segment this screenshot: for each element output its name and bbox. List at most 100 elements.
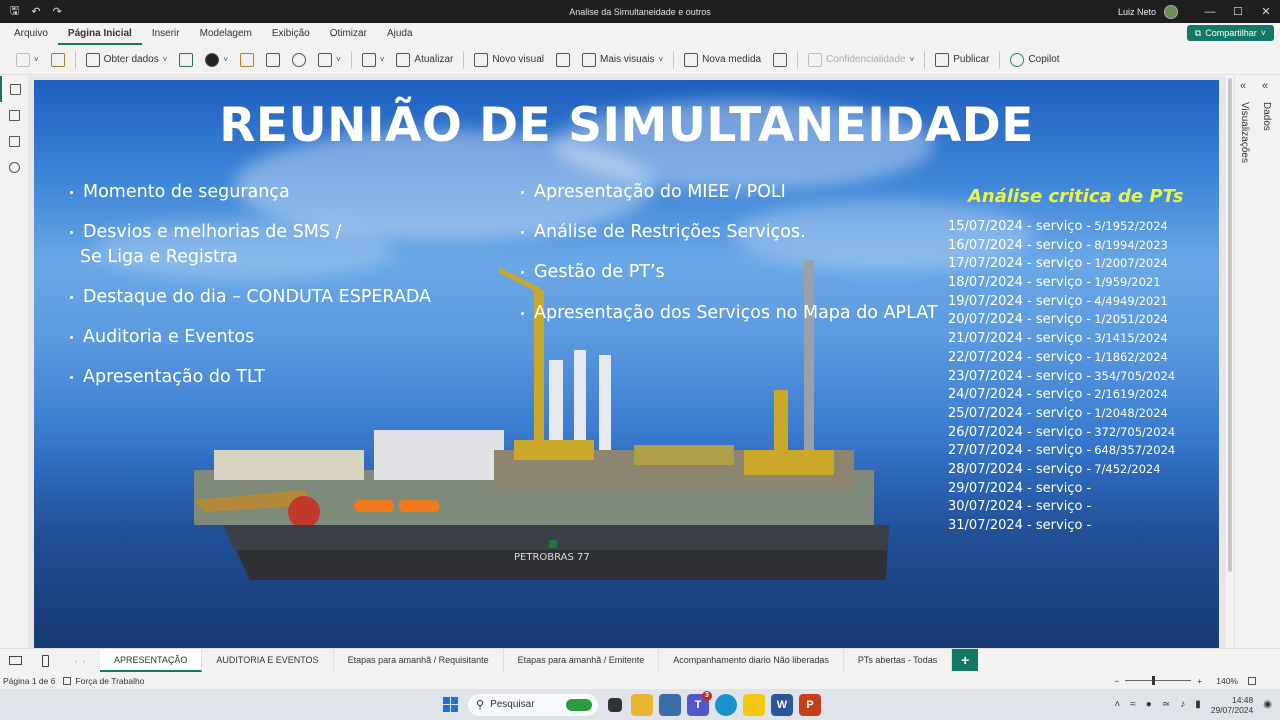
taskbar-search[interactable]: ⚲ Pesquisar — [468, 693, 598, 716]
page-nav-arrows[interactable]: ‹ › — [60, 649, 100, 672]
pt-row: 28/07/2024 - serviço -7/452/2024 — [948, 462, 1218, 481]
redo-icon[interactable]: ↷ — [53, 5, 62, 18]
volume-icon[interactable]: ♪ — [1180, 699, 1185, 710]
search-highlight-icon — [566, 698, 592, 711]
copilot-label: Copilot — [1028, 54, 1060, 65]
report-view-button[interactable] — [0, 76, 28, 102]
maximize-button[interactable]: ☐ — [1224, 5, 1252, 18]
model-view-button[interactable] — [0, 128, 28, 154]
tab-pagina-inicial[interactable]: Página Inicial — [57, 23, 142, 45]
phone-icon — [41, 654, 49, 667]
pt-row: 15/07/2024 - serviço -5/1952/2024 — [948, 219, 1218, 238]
data-pane-toggle[interactable]: « Dados — [1257, 76, 1279, 648]
transform-data-button[interactable]: ˅ — [356, 49, 391, 71]
pt-row: 24/07/2024 - serviço -2/1619/2024 — [948, 387, 1218, 406]
onelake-button[interactable]: ˅ — [199, 49, 234, 71]
minimize-button[interactable]: — — [1196, 6, 1224, 18]
word-icon[interactable]: W — [771, 693, 793, 716]
undo-icon[interactable]: ↶ — [31, 5, 40, 18]
battery-icon[interactable]: ▮ — [1195, 699, 1201, 710]
chevron-up-icon[interactable]: ˄ — [1114, 699, 1120, 710]
page-tab[interactable]: Etapas para amanhã / Requisitante — [334, 649, 504, 672]
teams-icon[interactable]: T3 — [687, 690, 712, 716]
slide-title: REUNIÃO DE SIMULTANEIDADE — [219, 98, 1034, 153]
avatar[interactable] — [1164, 4, 1178, 19]
power-bi-icon[interactable] — [743, 693, 765, 716]
wifi-icon[interactable]: ≃ — [1162, 699, 1170, 710]
pt-date: 25/07/2024 - serviço - — [948, 405, 1092, 421]
close-button[interactable]: ✕ — [1252, 5, 1280, 18]
more-visuals-label: Mais visuais — [600, 54, 655, 65]
quick-measure-icon — [773, 52, 788, 67]
table-view-button[interactable] — [0, 102, 28, 128]
notification-badge: 3 — [702, 690, 712, 701]
clock[interactable]: 14:48 29/07/2024 — [1211, 695, 1254, 715]
mobile-layout-button[interactable] — [30, 649, 60, 672]
pt-row: 30/07/2024 - serviço - — [948, 499, 1218, 518]
scrollbar-thumb[interactable] — [1228, 78, 1232, 572]
divider — [463, 50, 465, 69]
copilot-button[interactable]: Copilot — [1004, 49, 1065, 71]
recent-sources-button[interactable]: ˅ — [312, 49, 347, 71]
publish-button[interactable]: Publicar — [929, 49, 995, 71]
report-canvas[interactable]: PETROBRAS 77 REUNIÃO DE SIMULTANEIDADE M… — [28, 76, 1228, 648]
visualizations-pane-toggle[interactable]: « Visualizações — [1235, 76, 1257, 648]
edge-icon[interactable] — [715, 693, 737, 716]
file-explorer-icon[interactable] — [631, 693, 653, 716]
paste-button[interactable]: ˅ — [10, 49, 45, 71]
new-visual-button[interactable]: Novo visual — [468, 49, 550, 71]
dax-view-button[interactable] — [0, 154, 28, 180]
text-box-button[interactable] — [550, 49, 576, 71]
tab-inserir[interactable]: Inserir — [142, 23, 190, 45]
user-name: Luiz Neto — [1117, 6, 1156, 17]
quick-measure-button[interactable] — [767, 49, 793, 71]
get-data-button[interactable]: Obter dados ˅ — [80, 49, 174, 71]
zoom-out-button[interactable]: − — [1114, 676, 1119, 686]
excel-button[interactable] — [173, 49, 199, 71]
tab-ajuda[interactable]: Ajuda — [377, 23, 423, 45]
dataverse-button[interactable] — [286, 49, 312, 71]
microphone-icon[interactable]: ● — [1146, 699, 1152, 710]
format-painter-button[interactable] — [45, 49, 71, 71]
add-page-button[interactable]: + — [952, 649, 979, 671]
tab-arquivo[interactable]: Arquivo — [0, 23, 58, 45]
recent-sources-icon — [318, 52, 333, 67]
new-measure-button[interactable]: Nova medida — [678, 49, 767, 71]
tab-modelagem[interactable]: Modelagem — [190, 23, 262, 45]
zoom-slider-thumb[interactable] — [1151, 676, 1155, 685]
pt-number: 3/1415/2024 — [1094, 331, 1168, 346]
get-data-label: Obter dados — [103, 54, 159, 65]
sensitivity-button[interactable]: Confidencialidade ˅ — [802, 49, 920, 71]
ribbon-tabs: Arquivo Página Inicial Inserir Modelagem… — [0, 23, 1280, 45]
notifications-icon[interactable]: ◉ — [1263, 699, 1272, 710]
desktop-layout-button[interactable] — [0, 649, 30, 672]
page-tab[interactable]: APRESENTAÇÃO — [100, 649, 203, 672]
refresh-button[interactable]: Atualizar — [390, 49, 459, 71]
page-tab[interactable]: Etapas para amanhã / Emitente — [504, 649, 660, 672]
tab-exibicao[interactable]: Exibição — [262, 23, 320, 45]
fit-page-icon[interactable] — [1248, 676, 1256, 685]
table-view-icon — [8, 109, 20, 121]
zoom-in-button[interactable]: + — [1197, 676, 1202, 686]
monitor-icon — [8, 656, 22, 665]
page-tab[interactable]: Acompanhamento diario Não liberadas — [659, 649, 844, 672]
canvas-scrollbar[interactable] — [1226, 76, 1234, 648]
pt-row: 26/07/2024 - serviço -372/705/2024 — [948, 425, 1218, 444]
powerpoint-icon[interactable]: P — [799, 693, 821, 716]
task-view-icon[interactable] — [608, 697, 622, 712]
zoom-slider[interactable] — [1125, 676, 1192, 685]
page-tab[interactable]: AUDITORIA E EVENTOS — [202, 649, 334, 672]
windows-start-button[interactable] — [439, 694, 461, 716]
network-icon[interactable]: ≈ — [1130, 699, 1136, 710]
sql-button[interactable] — [234, 49, 260, 71]
more-visuals-button[interactable]: Mais visuais ˅ — [576, 49, 669, 71]
tab-otimizar[interactable]: Otimizar — [320, 23, 377, 45]
pt-date: 22/07/2024 - serviço - — [948, 349, 1092, 365]
save-icon[interactable]: 🖫 — [10, 2, 19, 21]
enter-data-button[interactable] — [260, 49, 286, 71]
publish-label: Publicar — [953, 54, 990, 65]
pt-row: 21/07/2024 - serviço -3/1415/2024 — [948, 331, 1218, 350]
app-icon[interactable] — [659, 693, 681, 716]
page-tab[interactable]: PTs abertas - Todas — [844, 649, 953, 672]
share-button[interactable]: ⧉ Compartilhar ˅ — [1186, 25, 1274, 41]
